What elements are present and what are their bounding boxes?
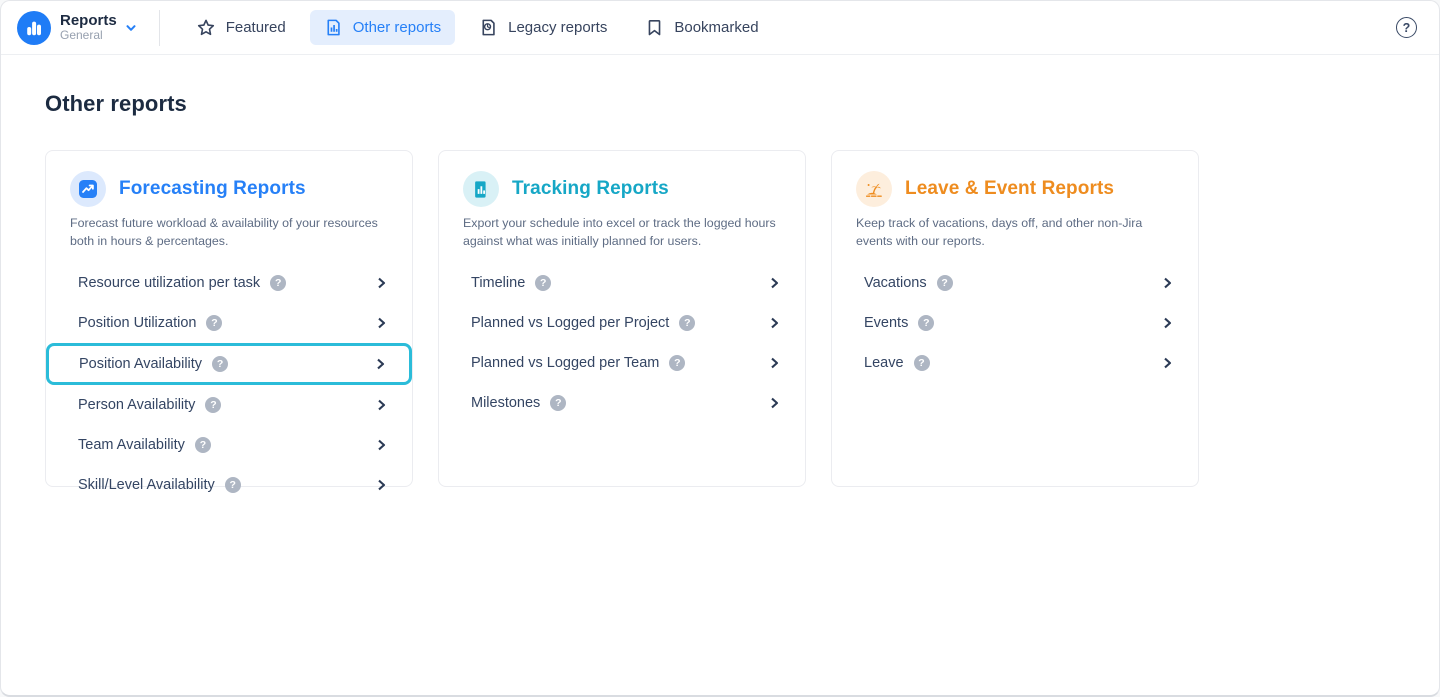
help-icon[interactable]: ? [205,397,221,413]
help-icon[interactable]: ? [937,275,953,291]
report-item-label: Vacations [864,275,927,291]
card-forecasting-reports: Forecasting Reports Forecast future work… [45,150,413,487]
help-icon[interactable]: ? [914,355,930,371]
help-icon[interactable]: ? [535,275,551,291]
report-item-planned-vs-logged-per-project[interactable]: Planned vs Logged per Project ? [439,303,805,343]
card-header: Forecasting Reports [46,171,412,207]
report-item-label: Events [864,315,908,331]
chevron-down-icon [125,22,137,34]
report-item-label: Planned vs Logged per Project [471,315,669,331]
document-chart-icon [324,18,343,37]
card-leave-event-reports: Leave & Event Reports Keep track of vaca… [831,150,1199,487]
report-item-position-availability[interactable]: Position Availability ? [46,343,412,385]
tab-bookmarked[interactable]: Bookmarked [631,10,772,45]
app-title: Reports [60,13,117,29]
chevron-right-icon [374,398,388,412]
document-clock-icon [479,18,498,37]
card-description: Forecast future workload & availability … [70,214,388,251]
chevron-right-icon [1160,276,1174,290]
report-item-planned-vs-logged-per-team[interactable]: Planned vs Logged per Team ? [439,343,805,383]
report-item-vacations[interactable]: Vacations ? [832,263,1198,303]
palm-island-icon [856,171,892,207]
card-tracking-reports: Tracking Reports Export your schedule in… [438,150,806,487]
top-navigation: Reports General Featured [1,1,1439,55]
report-item-label: Person Availability [78,397,195,413]
header-divider [159,10,160,46]
help-icon[interactable]: ? [918,315,934,331]
report-item-label: Position Utilization [78,315,196,331]
report-item-label: Skill/Level Availability [78,477,215,493]
help-icon[interactable]: ? [270,275,286,291]
app-subtitle: General [60,29,117,42]
card-header: Tracking Reports [439,171,805,207]
brand-text: Reports General [60,13,117,41]
chevron-right-icon [767,276,781,290]
chevron-right-icon [1160,356,1174,370]
tab-label: Other reports [353,19,441,36]
report-item-label: Timeline [471,275,525,291]
tab-legacy-reports[interactable]: Legacy reports [465,10,621,45]
page-title: Other reports [45,91,1395,117]
document-chart-icon [463,171,499,207]
app-window: Reports General Featured [0,0,1440,697]
report-item-label: Planned vs Logged per Team [471,355,659,371]
report-list: Vacations ? Events ? Leave ? [832,263,1198,383]
help-icon[interactable]: ? [225,477,241,493]
report-item-timeline[interactable]: Timeline ? [439,263,805,303]
chevron-right-icon [767,356,781,370]
report-item-team-availability[interactable]: Team Availability ? [46,425,412,465]
tab-other-reports[interactable]: Other reports [310,10,455,45]
question-mark-icon: ? [1403,21,1411,35]
chevron-right-icon [373,357,387,371]
report-item-resource-utilization-per-task[interactable]: Resource utilization per task ? [46,263,412,303]
tab-featured[interactable]: Featured [182,10,300,46]
report-item-leave[interactable]: Leave ? [832,343,1198,383]
report-list: Resource utilization per task ? Position… [46,263,412,505]
help-icon[interactable]: ? [550,395,566,411]
reports-logo-icon [17,11,51,45]
bookmark-icon [645,18,664,37]
tab-label: Legacy reports [508,19,607,36]
card-header: Leave & Event Reports [832,171,1198,207]
report-item-skill-level-availability[interactable]: Skill/Level Availability ? [46,465,412,505]
report-item-label: Milestones [471,395,540,411]
report-item-label: Resource utilization per task [78,275,260,291]
chevron-right-icon [374,276,388,290]
report-item-milestones[interactable]: Milestones ? [439,383,805,423]
report-tabs: Featured Other reports [182,10,773,46]
report-item-label: Position Availability [79,356,202,372]
report-item-position-utilization[interactable]: Position Utilization ? [46,303,412,343]
report-item-label: Leave [864,355,904,371]
trend-up-icon [70,171,106,207]
report-item-person-availability[interactable]: Person Availability ? [46,385,412,425]
tab-label: Bookmarked [674,19,758,36]
help-icon[interactable]: ? [195,437,211,453]
card-description: Export your schedule into excel or track… [463,214,781,251]
card-title: Forecasting Reports [119,178,306,200]
help-icon[interactable]: ? [212,356,228,372]
help-button[interactable]: ? [1396,17,1417,38]
chevron-right-icon [767,396,781,410]
report-item-events[interactable]: Events ? [832,303,1198,343]
star-icon [196,18,216,38]
card-title: Tracking Reports [512,178,669,200]
card-description: Keep track of vacations, days off, and o… [856,214,1174,251]
chevron-right-icon [374,478,388,492]
main-content: Other reports Forecasting Reports Foreca… [1,55,1439,487]
chevron-right-icon [767,316,781,330]
chevron-right-icon [374,316,388,330]
reports-menu-dropdown[interactable]: Reports General [17,11,137,45]
report-list: Timeline ? Planned vs Logged per Project… [439,263,805,423]
chevron-right-icon [1160,316,1174,330]
card-title: Leave & Event Reports [905,178,1114,200]
help-icon[interactable]: ? [206,315,222,331]
help-icon[interactable]: ? [679,315,695,331]
chevron-right-icon [374,438,388,452]
report-category-cards: Forecasting Reports Forecast future work… [45,150,1395,487]
help-icon[interactable]: ? [669,355,685,371]
tab-label: Featured [226,19,286,36]
report-item-label: Team Availability [78,437,185,453]
